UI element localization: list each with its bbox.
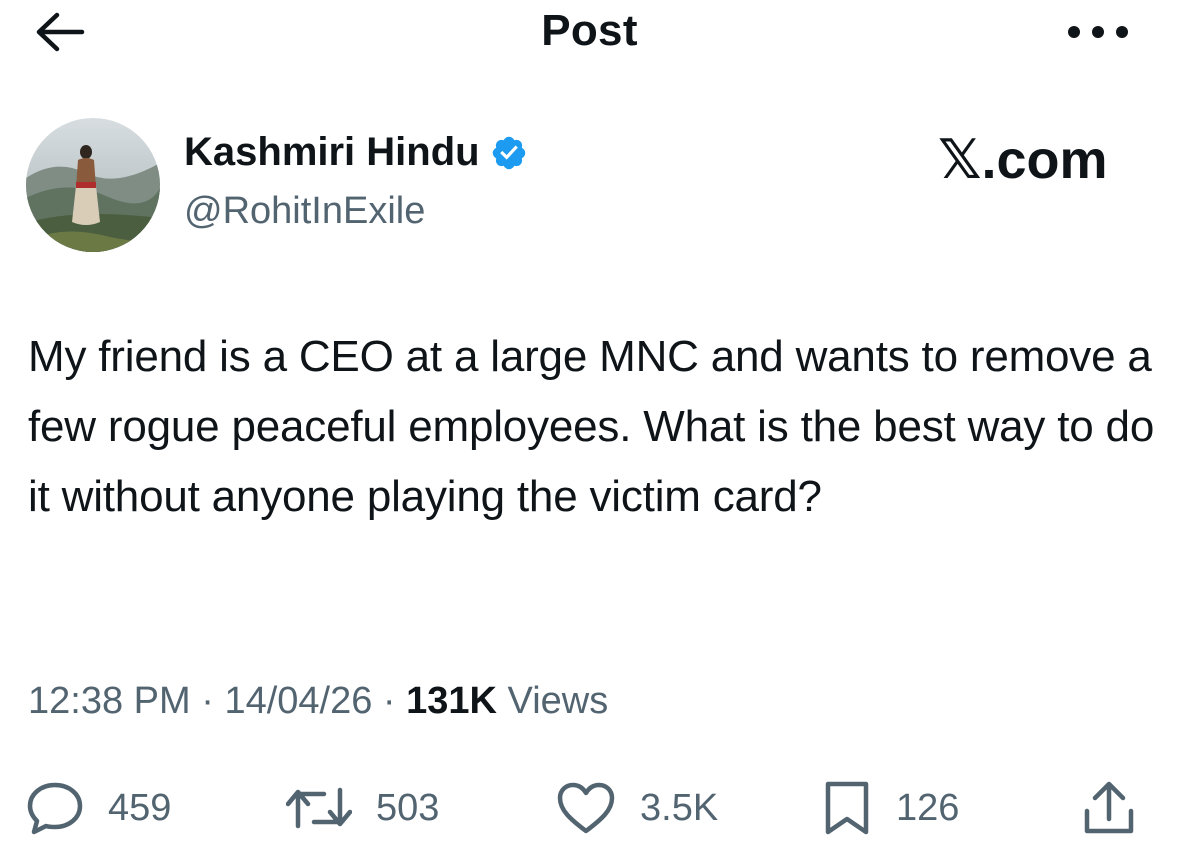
page-title: Post [541, 6, 638, 55]
author-name: Kashmiri Hindu [184, 130, 480, 174]
reply-button[interactable]: 459 [26, 776, 171, 840]
repost-button[interactable]: 503 [286, 776, 439, 840]
share-button[interactable] [1082, 776, 1136, 840]
post-date[interactable]: 14/04/26 [224, 680, 372, 722]
bookmark-count: 126 [896, 786, 960, 829]
x-com-watermark: 𝕏 .com [938, 128, 1108, 191]
verified-badge-icon [492, 136, 525, 169]
avatar-image [26, 118, 160, 252]
author-name-row[interactable]: Kashmiri Hindu [184, 130, 528, 175]
reply-bubble-icon [27, 782, 83, 835]
bookmark-button[interactable]: 126 [822, 776, 959, 840]
more-horizontal-icon [1068, 26, 1128, 38]
author-handle[interactable]: @RohitInExile [184, 190, 425, 233]
like-count: 3.5K [640, 786, 719, 829]
like-button[interactable]: 3.5K [556, 776, 718, 840]
post-time[interactable]: 12:38 PM [28, 680, 191, 722]
repost-count: 503 [376, 786, 440, 829]
post-meta: 12:38 PM · 14/04/26 · 131K Views [28, 680, 608, 723]
meta-separator: · [201, 680, 214, 722]
meta-separator: · [382, 680, 396, 722]
more-options-button[interactable] [1056, 10, 1140, 54]
repost-icon [286, 787, 352, 829]
views-count[interactable]: 131K [406, 680, 497, 722]
bookmark-icon [825, 781, 869, 835]
share-upload-icon [1084, 781, 1134, 834]
reply-count: 459 [108, 786, 172, 829]
views-label: Views [507, 680, 609, 722]
heart-icon [557, 782, 615, 834]
avatar[interactable] [26, 118, 160, 252]
post-text: My friend is a CEO at a large MNC and wa… [28, 332, 1155, 521]
x-logo-icon: 𝕏 [938, 128, 982, 191]
watermark-domain: .com [981, 130, 1108, 190]
